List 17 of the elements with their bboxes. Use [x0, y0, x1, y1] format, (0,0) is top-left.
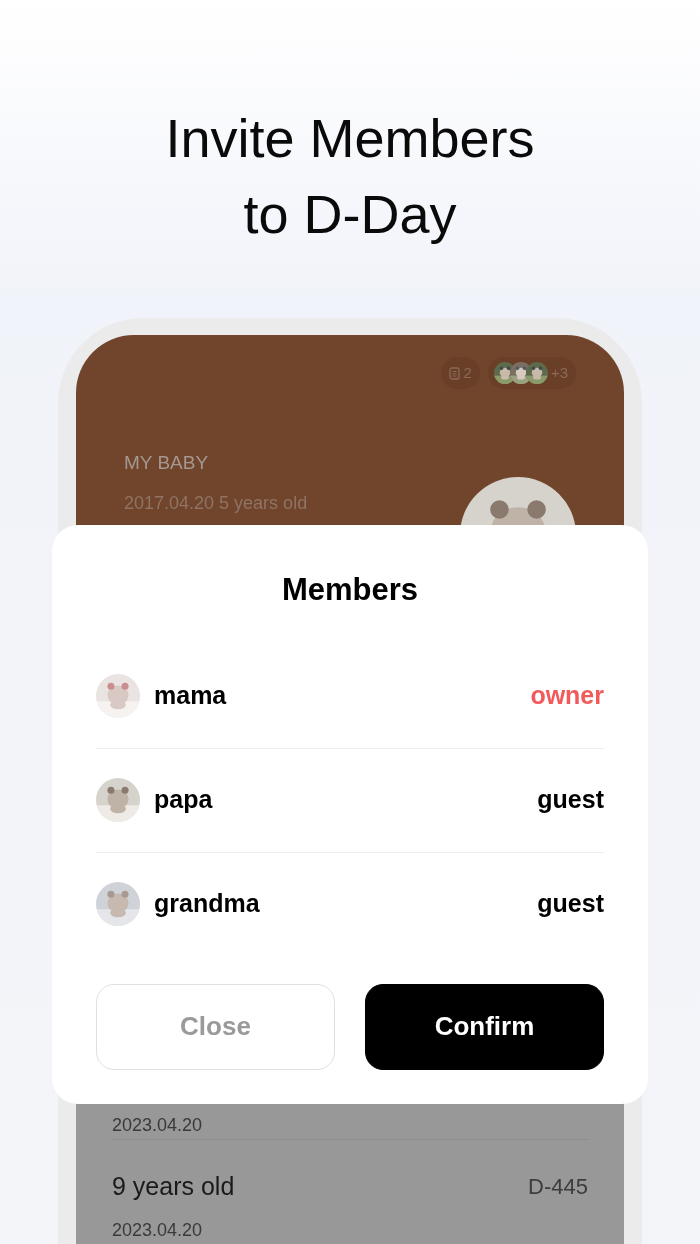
member-name: mama [154, 679, 227, 711]
member-name: papa [154, 784, 213, 816]
member-role: guest [537, 784, 604, 816]
headline: Invite Members [165, 107, 535, 170]
dialog-title: Members [281, 571, 419, 609]
close-button[interactable]: Close [96, 983, 335, 1070]
headline: to D-Day [243, 183, 457, 246]
dday-title: MY BABY [124, 451, 210, 475]
milestone-title: 9 years old [112, 1170, 235, 1202]
member-role: owner [530, 679, 604, 711]
confirm-button[interactable]: Confirm [365, 983, 604, 1070]
document-icon [448, 366, 460, 380]
milestone-date: 2023.04.20 [112, 1219, 203, 1242]
milestone-date: 2023.04.20 [112, 1113, 203, 1137]
dday-count: D-445 [528, 1172, 588, 1201]
member-name: grandma [154, 888, 260, 920]
member-role: guest [537, 888, 604, 920]
